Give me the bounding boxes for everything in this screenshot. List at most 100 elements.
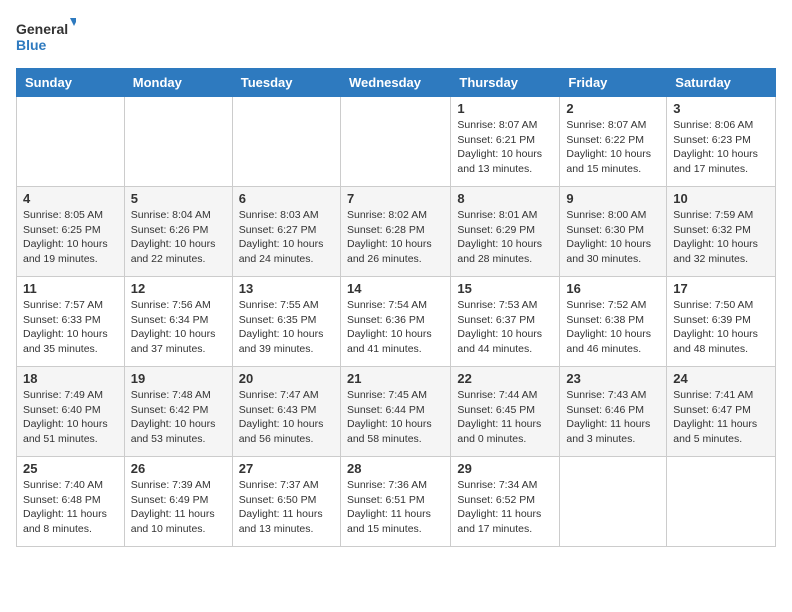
logo-svg: General Blue xyxy=(16,16,76,56)
calendar-cell xyxy=(232,97,340,187)
calendar-week-0: 1 Sunrise: 8:07 AM Sunset: 6:21 PM Daylig… xyxy=(17,97,776,187)
calendar-cell: 15 Sunrise: 7:53 AM Sunset: 6:37 PM Dayli… xyxy=(451,277,560,367)
day-number: 19 xyxy=(131,371,226,386)
col-header-thursday: Thursday xyxy=(451,69,560,97)
calendar-cell: 14Sunrise: 7:54 AM Sunset: 6:36 PM Dayli… xyxy=(340,277,450,367)
day-info: Sunrise: 7:36 AM Sunset: 6:51 PM Dayligh… xyxy=(347,478,444,537)
day-info: Sunrise: 7:48 AM Sunset: 6:42 PM Dayligh… xyxy=(131,388,226,447)
day-number: 11 xyxy=(23,281,118,296)
col-header-sunday: Sunday xyxy=(17,69,125,97)
day-info: Sunrise: 7:41 AM Sunset: 6:47 PM Dayligh… xyxy=(673,388,769,447)
calendar-cell: 25 Sunrise: 7:40 AM Sunset: 6:48 PM Dayli… xyxy=(17,457,125,547)
day-number: 6 xyxy=(239,191,334,206)
day-number: 27 xyxy=(239,461,334,476)
day-number: 14 xyxy=(347,281,444,296)
calendar-cell: 16Sunrise: 7:52 AM Sunset: 6:38 PM Dayli… xyxy=(560,277,667,367)
calendar-cell xyxy=(667,457,776,547)
day-number: 18 xyxy=(23,371,118,386)
day-info: Sunrise: 7:47 AM Sunset: 6:43 PM Dayligh… xyxy=(239,388,334,447)
col-header-tuesday: Tuesday xyxy=(232,69,340,97)
calendar-cell: 26 Sunrise: 7:39 AM Sunset: 6:49 PM Dayli… xyxy=(124,457,232,547)
day-number: 20 xyxy=(239,371,334,386)
day-info: Sunrise: 8:06 AM Sunset: 6:23 PM Dayligh… xyxy=(673,118,769,177)
calendar-header-row: SundayMondayTuesdayWednesdayThursdayFrid… xyxy=(17,69,776,97)
svg-text:Blue: Blue xyxy=(16,37,47,53)
day-number: 2 xyxy=(566,101,660,116)
day-info: Sunrise: 8:04 AM Sunset: 6:26 PM Dayligh… xyxy=(131,208,226,267)
day-info: Sunrise: 7:59 AM Sunset: 6:32 PM Dayligh… xyxy=(673,208,769,267)
day-info: Sunrise: 7:52 AM Sunset: 6:38 PM Dayligh… xyxy=(566,298,660,357)
col-header-wednesday: Wednesday xyxy=(340,69,450,97)
calendar-cell: 7Sunrise: 8:02 AM Sunset: 6:28 PM Daylig… xyxy=(340,187,450,277)
day-number: 29 xyxy=(457,461,553,476)
day-info: Sunrise: 8:00 AM Sunset: 6:30 PM Dayligh… xyxy=(566,208,660,267)
day-info: Sunrise: 7:57 AM Sunset: 6:33 PM Dayligh… xyxy=(23,298,118,357)
day-info: Sunrise: 7:55 AM Sunset: 6:35 PM Dayligh… xyxy=(239,298,334,357)
day-info: Sunrise: 8:07 AM Sunset: 6:22 PM Dayligh… xyxy=(566,118,660,177)
day-number: 28 xyxy=(347,461,444,476)
day-info: Sunrise: 8:03 AM Sunset: 6:27 PM Dayligh… xyxy=(239,208,334,267)
day-number: 22 xyxy=(457,371,553,386)
calendar-table: SundayMondayTuesdayWednesdayThursdayFrid… xyxy=(16,68,776,547)
day-number: 24 xyxy=(673,371,769,386)
calendar-cell: 22 Sunrise: 7:44 AM Sunset: 6:45 PM Dayli… xyxy=(451,367,560,457)
day-number: 26 xyxy=(131,461,226,476)
calendar-cell: 19 Sunrise: 7:48 AM Sunset: 6:42 PM Dayli… xyxy=(124,367,232,457)
calendar-cell: 18 Sunrise: 7:49 AM Sunset: 6:40 PM Dayli… xyxy=(17,367,125,457)
day-info: Sunrise: 7:53 AM Sunset: 6:37 PM Dayligh… xyxy=(457,298,553,357)
calendar-cell: 11 Sunrise: 7:57 AM Sunset: 6:33 PM Dayli… xyxy=(17,277,125,367)
day-number: 12 xyxy=(131,281,226,296)
calendar-cell xyxy=(340,97,450,187)
calendar-week-2: 11 Sunrise: 7:57 AM Sunset: 6:33 PM Dayli… xyxy=(17,277,776,367)
calendar-cell: 6 Sunrise: 8:03 AM Sunset: 6:27 PM Daylig… xyxy=(232,187,340,277)
day-info: Sunrise: 7:39 AM Sunset: 6:49 PM Dayligh… xyxy=(131,478,226,537)
calendar-cell xyxy=(124,97,232,187)
day-info: Sunrise: 8:01 AM Sunset: 6:29 PM Dayligh… xyxy=(457,208,553,267)
calendar-cell: 9 Sunrise: 8:00 AM Sunset: 6:30 PM Daylig… xyxy=(560,187,667,277)
calendar-week-3: 18 Sunrise: 7:49 AM Sunset: 6:40 PM Dayli… xyxy=(17,367,776,457)
day-info: Sunrise: 7:40 AM Sunset: 6:48 PM Dayligh… xyxy=(23,478,118,537)
day-number: 10 xyxy=(673,191,769,206)
calendar-cell: 13 Sunrise: 7:55 AM Sunset: 6:35 PM Dayli… xyxy=(232,277,340,367)
calendar-cell xyxy=(17,97,125,187)
day-info: Sunrise: 7:49 AM Sunset: 6:40 PM Dayligh… xyxy=(23,388,118,447)
calendar-cell: 17 Sunrise: 7:50 AM Sunset: 6:39 PM Dayli… xyxy=(667,277,776,367)
calendar-cell: 10 Sunrise: 7:59 AM Sunset: 6:32 PM Dayli… xyxy=(667,187,776,277)
day-number: 1 xyxy=(457,101,553,116)
calendar-cell: 2 Sunrise: 8:07 AM Sunset: 6:22 PM Daylig… xyxy=(560,97,667,187)
day-number: 5 xyxy=(131,191,226,206)
day-info: Sunrise: 8:07 AM Sunset: 6:21 PM Dayligh… xyxy=(457,118,553,177)
day-number: 9 xyxy=(566,191,660,206)
day-info: Sunrise: 7:45 AM Sunset: 6:44 PM Dayligh… xyxy=(347,388,444,447)
day-number: 17 xyxy=(673,281,769,296)
day-number: 21 xyxy=(347,371,444,386)
col-header-friday: Friday xyxy=(560,69,667,97)
day-number: 15 xyxy=(457,281,553,296)
calendar-cell: 24 Sunrise: 7:41 AM Sunset: 6:47 PM Dayli… xyxy=(667,367,776,457)
day-info: Sunrise: 7:37 AM Sunset: 6:50 PM Dayligh… xyxy=(239,478,334,537)
day-number: 13 xyxy=(239,281,334,296)
day-info: Sunrise: 7:34 AM Sunset: 6:52 PM Dayligh… xyxy=(457,478,553,537)
calendar-cell: 8 Sunrise: 8:01 AM Sunset: 6:29 PM Daylig… xyxy=(451,187,560,277)
day-number: 8 xyxy=(457,191,553,206)
col-header-saturday: Saturday xyxy=(667,69,776,97)
calendar-cell: 29 Sunrise: 7:34 AM Sunset: 6:52 PM Dayli… xyxy=(451,457,560,547)
calendar-cell: 4 Sunrise: 8:05 AM Sunset: 6:25 PM Daylig… xyxy=(17,187,125,277)
svg-text:General: General xyxy=(16,21,68,37)
calendar-cell: 1 Sunrise: 8:07 AM Sunset: 6:21 PM Daylig… xyxy=(451,97,560,187)
day-number: 7 xyxy=(347,191,444,206)
day-info: Sunrise: 8:05 AM Sunset: 6:25 PM Dayligh… xyxy=(23,208,118,267)
calendar-cell: 3Sunrise: 8:06 AM Sunset: 6:23 PM Daylig… xyxy=(667,97,776,187)
calendar-cell: 23 Sunrise: 7:43 AM Sunset: 6:46 PM Dayli… xyxy=(560,367,667,457)
day-number: 4 xyxy=(23,191,118,206)
calendar-cell: 21 Sunrise: 7:45 AM Sunset: 6:44 PM Dayli… xyxy=(340,367,450,457)
calendar-cell xyxy=(560,457,667,547)
logo: General Blue xyxy=(16,16,76,56)
day-info: Sunrise: 7:44 AM Sunset: 6:45 PM Dayligh… xyxy=(457,388,553,447)
day-info: Sunrise: 7:50 AM Sunset: 6:39 PM Dayligh… xyxy=(673,298,769,357)
page-header: General Blue xyxy=(16,16,776,56)
day-number: 23 xyxy=(566,371,660,386)
day-info: Sunrise: 7:43 AM Sunset: 6:46 PM Dayligh… xyxy=(566,388,660,447)
day-number: 25 xyxy=(23,461,118,476)
calendar-week-1: 4 Sunrise: 8:05 AM Sunset: 6:25 PM Daylig… xyxy=(17,187,776,277)
